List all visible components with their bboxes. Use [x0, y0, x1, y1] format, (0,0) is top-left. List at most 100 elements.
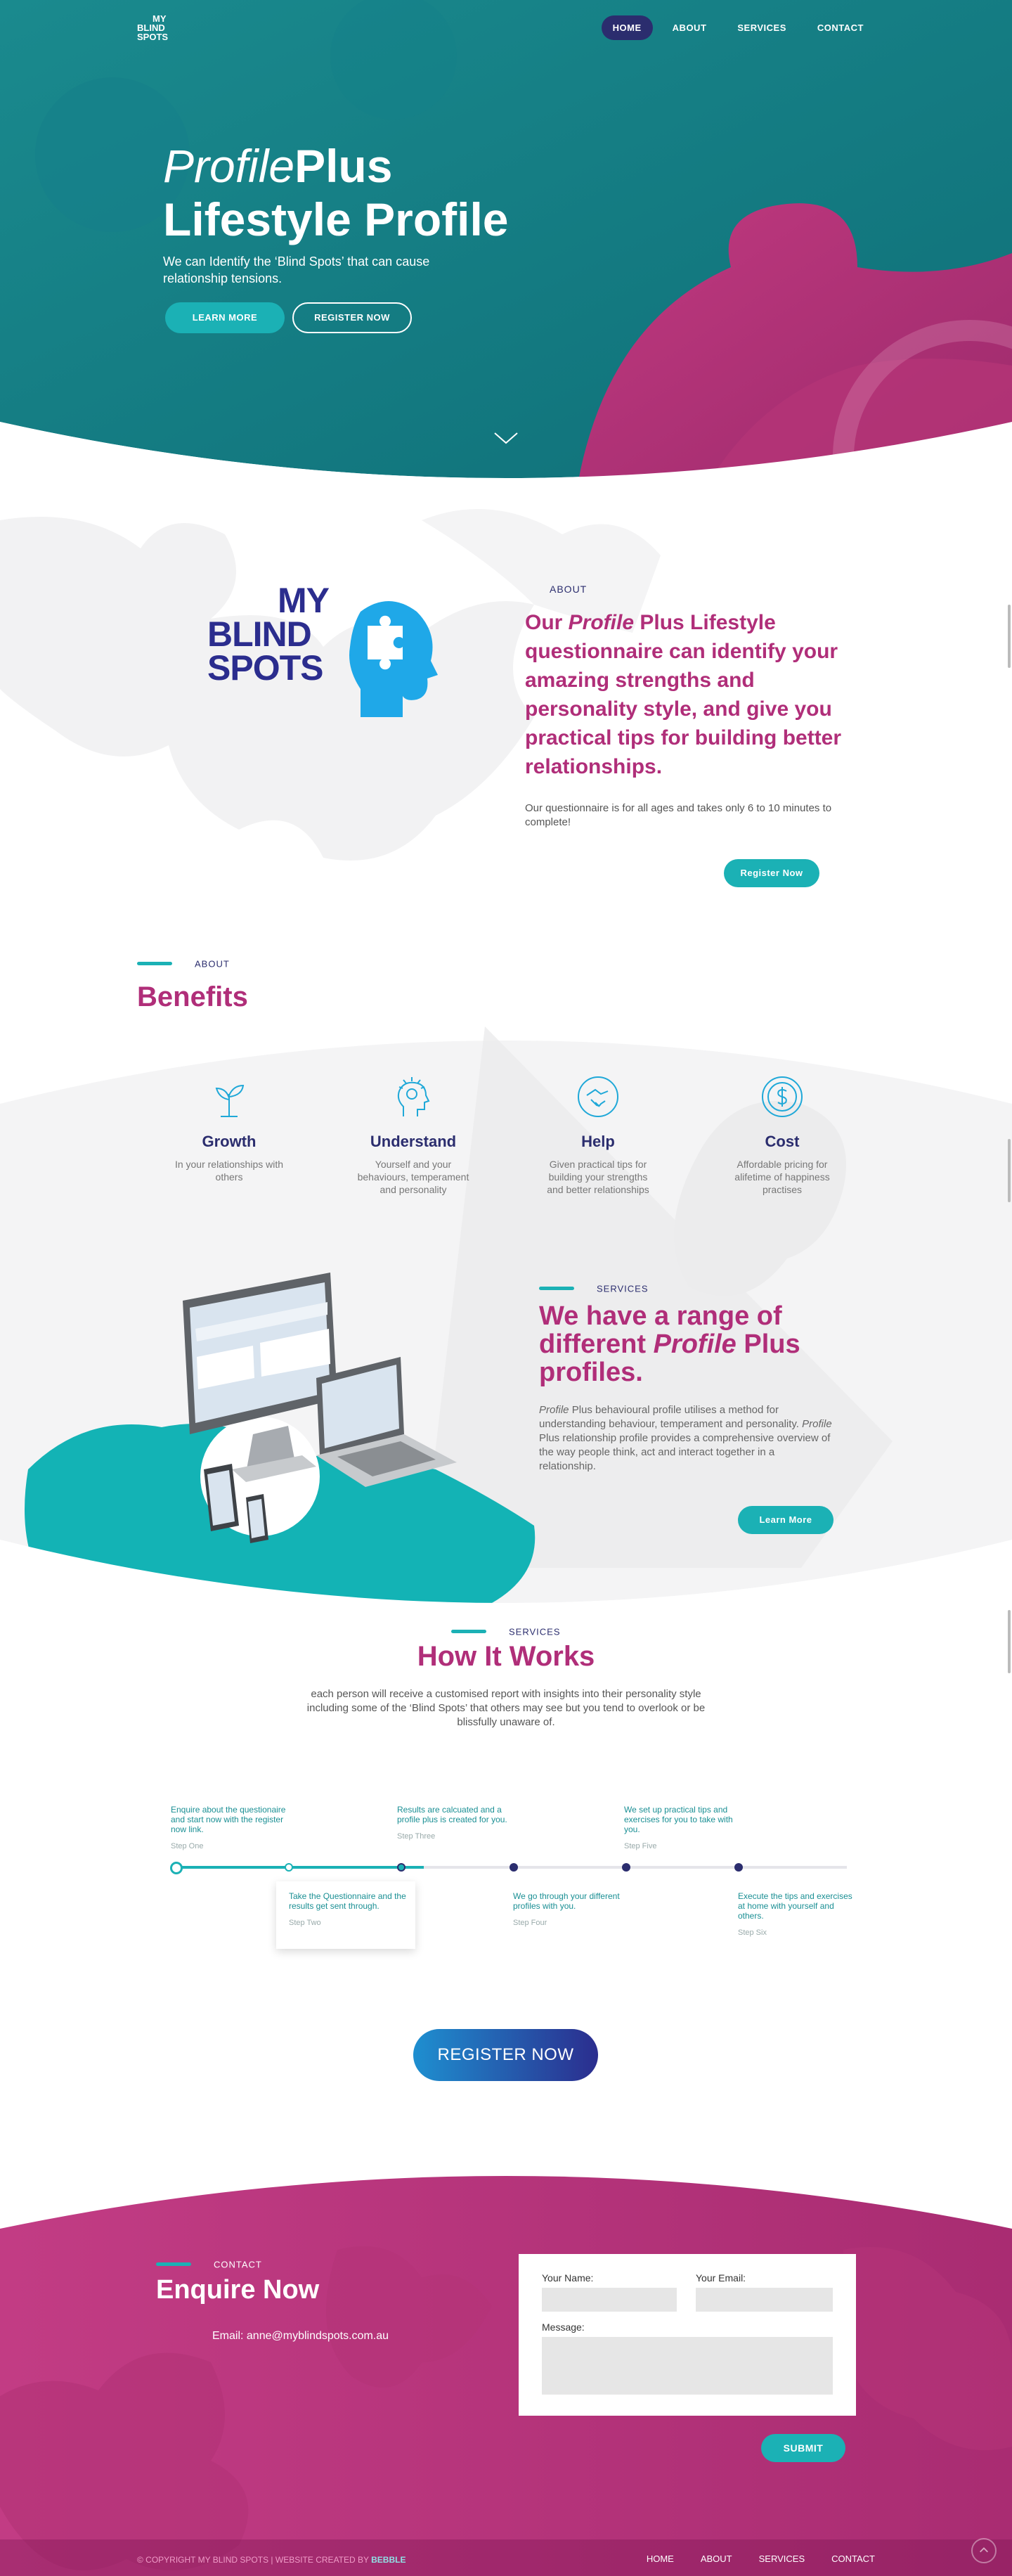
services-text: Profile Plus behavioural profile utilise… — [539, 1403, 834, 1474]
how-title: How It Works — [417, 1641, 595, 1672]
hero-title-italic: Profile — [163, 140, 295, 192]
about-heading-post: Plus Lifestyle questionnaire can identif… — [525, 611, 842, 778]
nav-about[interactable]: ABOUT — [661, 15, 718, 40]
contact-kicker: CONTACT — [156, 2258, 262, 2271]
scroll-indicator[interactable] — [1008, 1139, 1011, 1202]
step-dot-2[interactable] — [285, 1863, 293, 1872]
benefit-growth: Growth In your relationships with others — [159, 1074, 299, 1183]
services-title-italic: Profile — [653, 1329, 737, 1359]
handshake-icon — [578, 1076, 618, 1117]
submit-button[interactable]: SUBMIT — [761, 2434, 845, 2462]
benefit-cost: Cost Affordable pricing for alifetime of… — [712, 1074, 852, 1196]
scroll-indicator[interactable] — [1008, 1610, 1011, 1673]
timeline-progress — [176, 1866, 424, 1869]
step-dot-4[interactable] — [510, 1863, 518, 1872]
kicker-line — [539, 1287, 574, 1291]
how-kicker-text: SERVICES — [509, 1626, 561, 1637]
my-blind-spots-logo: MY BLIND SPOTS — [207, 581, 439, 717]
services-title: We have a range of different Profile Plu… — [539, 1302, 890, 1386]
copyright-brand[interactable]: BEBBLE — [371, 2555, 406, 2565]
benefits-title: Benefits — [137, 981, 248, 1012]
footer-home[interactable]: HOME — [647, 2554, 674, 2564]
step-dot-3[interactable] — [397, 1863, 406, 1872]
hero-background — [0, 0, 1012, 492]
logo-line-2: BLIND — [207, 614, 312, 654]
step-label: Step Two — [289, 1919, 321, 1927]
kicker-line — [156, 2262, 191, 2267]
benefit-desc: Affordable pricing for alifetime of happ… — [734, 1159, 830, 1195]
step-dot-1[interactable] — [170, 1862, 183, 1874]
benefits-kicker: ABOUT — [137, 958, 230, 970]
puzzle-background — [0, 509, 661, 861]
services-kicker-text: SERVICES — [597, 1283, 649, 1294]
about-register-button[interactable]: Register Now — [724, 859, 819, 887]
nav-services[interactable]: SERVICES — [726, 15, 798, 40]
benefit-title: Cost — [765, 1133, 800, 1150]
footer-contact[interactable]: CONTACT — [831, 2554, 875, 2564]
about-text: Our questionnaire is for all ages and ta… — [525, 802, 832, 828]
services-text-2: Plus relationship profile provides a com… — [539, 1432, 831, 1472]
step-six: Execute the tips and exercises at home w… — [738, 1891, 857, 1938]
about-heading: Our Profile Plus Lifestyle questionnaire… — [525, 608, 855, 781]
devices-illustration — [183, 1273, 457, 1543]
register-now-button[interactable]: REGISTER NOW — [292, 302, 412, 333]
email-label: Your Email: — [696, 2272, 746, 2284]
footer-about[interactable]: ABOUT — [701, 2554, 732, 2564]
services-text-italic-1: Profile — [539, 1404, 569, 1416]
step-two: Take the Questionnaire and the results g… — [289, 1891, 408, 1928]
hero-title-bold: Plus — [294, 140, 393, 192]
benefits-kicker-text: ABOUT — [195, 958, 230, 970]
contact-background — [0, 2176, 1012, 2576]
copyright-text: © COPYRIGHT MY BLIND SPOTS | WEBSITE CRE… — [137, 2555, 406, 2565]
message-field[interactable] — [542, 2337, 833, 2395]
nav-home[interactable]: HOME — [601, 15, 653, 40]
footer-menu: HOME ABOUT SERVICES CONTACT — [647, 2554, 875, 2564]
step-five: We set up practical tips and exercises f… — [624, 1805, 744, 1851]
step-one: Enquire about the questionaire and start… — [171, 1805, 290, 1851]
name-field[interactable] — [542, 2288, 677, 2312]
contact-email[interactable]: Email: anne@myblindspots.com.au — [212, 2330, 389, 2343]
step-dot-6[interactable] — [734, 1863, 743, 1872]
step-four: We go through your different profiles wi… — [513, 1891, 632, 1928]
chevron-down-icon[interactable] — [492, 430, 520, 447]
hero-subtitle: We can Identify the ‘Blind Spots’ that c… — [163, 255, 430, 285]
step-text: Enquire about the questionaire and start… — [171, 1805, 286, 1834]
dollar-coin-icon — [762, 1076, 803, 1117]
contact-kicker-text: CONTACT — [214, 2259, 262, 2270]
back-to-top-icon[interactable] — [971, 2538, 997, 2563]
benefit-title: Understand — [370, 1133, 457, 1150]
contact-section — [0, 2151, 1012, 2576]
email-field[interactable] — [696, 2288, 833, 2312]
about-heading-pre: Our — [525, 611, 569, 634]
message-label: Message: — [542, 2321, 585, 2333]
site-logo[interactable]: MY BLIND SPOTS — [137, 14, 193, 46]
name-label: Your Name: — [542, 2272, 594, 2284]
footer-services[interactable]: SERVICES — [759, 2554, 805, 2564]
logo-line-1: MY — [278, 581, 330, 620]
how-text: each person will receive a customised re… — [306, 1688, 706, 1728]
services-text-1: Plus behavioural profile utilises a meth… — [539, 1404, 803, 1430]
step-label: Step One — [171, 1842, 204, 1850]
benefit-title: Help — [581, 1133, 615, 1150]
step-dot-5[interactable] — [622, 1863, 630, 1872]
scroll-indicator[interactable] — [1008, 605, 1011, 668]
benefit-title: Growth — [202, 1133, 257, 1150]
benefit-desc: Yourself and your behaviours, temperamen… — [357, 1159, 469, 1195]
step-label: Step Six — [738, 1928, 767, 1937]
services-text-italic-2: Profile — [802, 1418, 832, 1430]
step-label: Step Three — [397, 1832, 436, 1841]
idea-head-icon — [397, 1077, 430, 1116]
register-now-large-button[interactable]: REGISTER NOW — [413, 2029, 598, 2081]
contact-title: Enquire Now — [156, 2275, 320, 2305]
benefit-understand: Understand Yourself and your behaviours,… — [343, 1074, 484, 1196]
logo-line-3: SPOTS — [137, 32, 169, 42]
nav-contact[interactable]: CONTACT — [806, 15, 875, 40]
services-learn-more-button[interactable]: Learn More — [738, 1506, 833, 1534]
step-text: We go through your different profiles wi… — [513, 1891, 620, 1911]
top-nav: MY BLIND SPOTS HOME ABOUT SERVICES CONTA… — [0, 14, 1012, 42]
benefit-desc: In your relationships with others — [174, 1159, 284, 1183]
learn-more-button[interactable]: LEARN MORE — [165, 302, 285, 333]
hero-section: MY BLIND SPOTS HOME ABOUT SERVICES CONTA… — [0, 0, 1012, 492]
step-three: Results are calcuated and a profile plus… — [397, 1805, 517, 1841]
hero-title: ProfilePlus Lifestyle Profile — [163, 139, 509, 246]
